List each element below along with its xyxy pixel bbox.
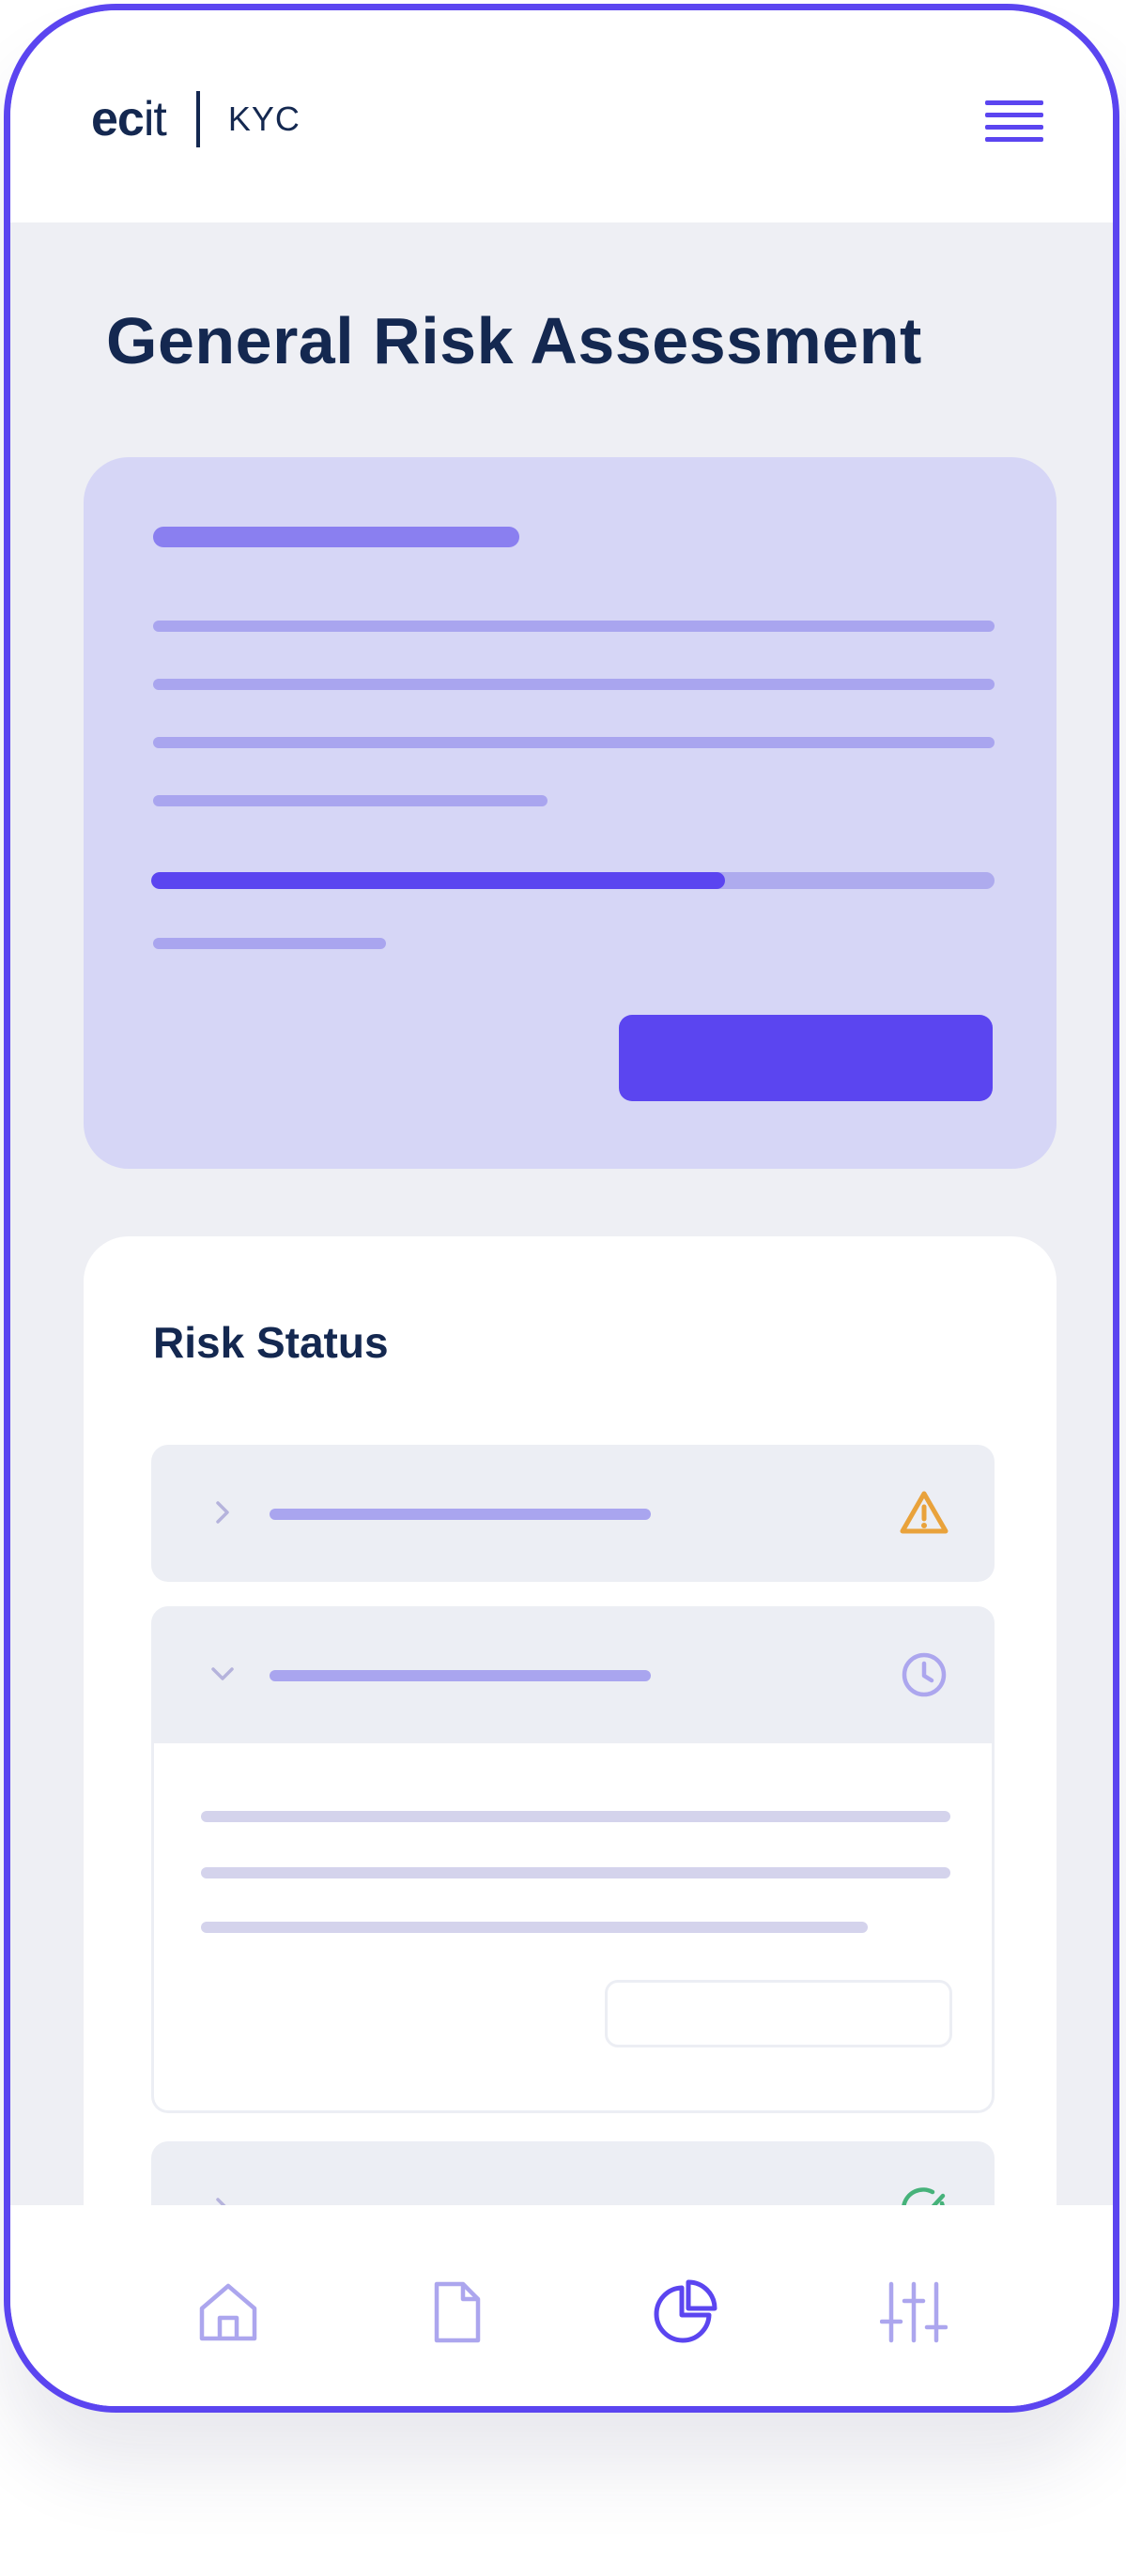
risk-item-2[interactable] xyxy=(151,1606,995,1743)
summary-text-placeholder-2 xyxy=(153,679,995,690)
nav-risk-overview[interactable] xyxy=(651,2278,718,2346)
risk-item-2-details xyxy=(151,1743,995,2113)
continue-assessment-button[interactable] xyxy=(619,1015,993,1101)
detail-text-placeholder-3 xyxy=(201,1922,868,1933)
detail-action-button[interactable] xyxy=(605,1980,952,2047)
risk-item-1[interactable] xyxy=(151,1445,995,1582)
logo-product-name: KYC xyxy=(227,100,301,138)
summary-heading-placeholder xyxy=(153,527,519,547)
progress-fill xyxy=(151,872,725,889)
risk-item-label-placeholder xyxy=(270,1509,651,1520)
home-icon xyxy=(199,2283,257,2341)
page-title: General Risk Assessment xyxy=(106,304,922,377)
summary-text-placeholder-3 xyxy=(153,737,995,748)
detail-text-placeholder-2 xyxy=(201,1867,950,1878)
bottom-navigation xyxy=(10,2205,1113,2406)
risk-item-label-placeholder xyxy=(270,1670,651,1681)
detail-text-placeholder-1 xyxy=(201,1811,950,1822)
nav-settings[interactable] xyxy=(879,2278,949,2346)
nav-documents[interactable] xyxy=(424,2278,491,2346)
logo-text-bold: ec xyxy=(91,92,145,146)
logo-separator xyxy=(195,91,200,147)
clock-icon xyxy=(902,1652,947,1697)
chevron-down-icon xyxy=(211,1667,234,1680)
document-icon xyxy=(434,2281,481,2343)
progress-caption-placeholder xyxy=(153,938,386,949)
warning-icon xyxy=(900,1491,949,1534)
summary-text-placeholder-1 xyxy=(153,621,995,632)
nav-home[interactable] xyxy=(194,2278,262,2346)
risk-status-title: Risk Status xyxy=(153,1318,389,1367)
assessment-progress-bar xyxy=(151,872,995,889)
hamburger-menu-icon[interactable] xyxy=(985,100,1043,142)
sliders-icon xyxy=(879,2281,949,2343)
phone-frame: ec it KYC General Risk Assessment Risk St… xyxy=(4,4,1119,2413)
logo-text-light: it xyxy=(143,92,167,146)
app-logo[interactable]: ec it KYC xyxy=(91,91,301,147)
chevron-right-icon xyxy=(216,1501,229,1524)
summary-text-placeholder-4 xyxy=(153,795,548,806)
pie-chart-icon xyxy=(654,2279,717,2343)
